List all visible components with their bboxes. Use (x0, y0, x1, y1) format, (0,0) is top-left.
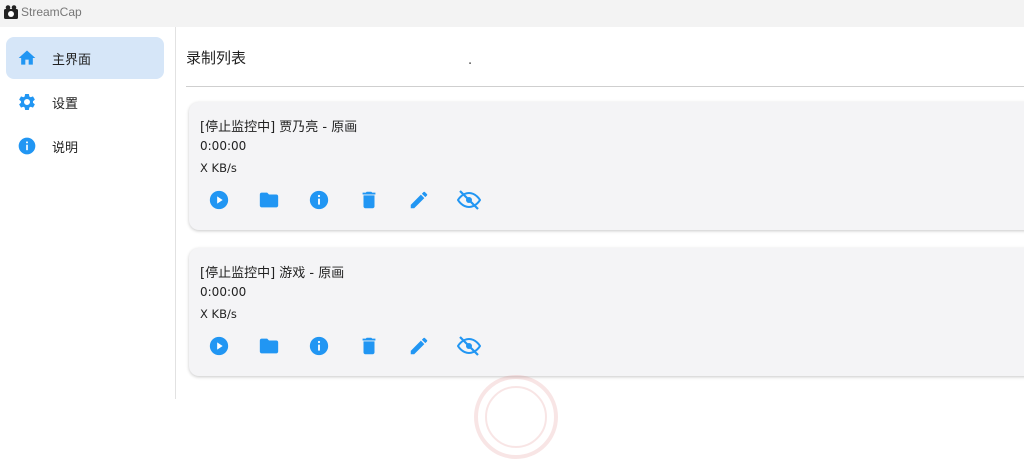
page-title: 录制列表 (186, 49, 247, 67)
recording-speed: X KB/s (200, 161, 237, 175)
app-title: StreamCap (21, 5, 82, 19)
info-button[interactable] (307, 334, 331, 358)
home-icon (16, 47, 38, 69)
main-content: 录制列表 . [停止监控中] 贾乃亮 - 原画 0:00:00 X KB/s [… (176, 27, 1024, 459)
divider (186, 86, 1024, 87)
open-folder-button[interactable] (257, 334, 281, 358)
sidebar-item-home[interactable]: 主界面 (6, 37, 164, 79)
info-button[interactable] (307, 188, 331, 212)
edit-button[interactable] (407, 334, 431, 358)
title-bar: StreamCap (0, 0, 1024, 27)
stray-text: . (468, 53, 473, 68)
background-logo-icon (474, 375, 558, 459)
sidebar-item-settings[interactable]: 设置 (6, 81, 164, 123)
folder-icon (259, 338, 279, 354)
delete-button[interactable] (357, 334, 381, 358)
play-button[interactable] (207, 334, 231, 358)
info-icon (309, 190, 329, 210)
edit-icon (410, 337, 428, 355)
sidebar-item-label: 设置 (52, 96, 79, 112)
delete-icon (362, 337, 376, 355)
sidebar-item-about[interactable]: 说明 (6, 125, 164, 167)
hide-button[interactable] (457, 334, 481, 358)
recording-card: [停止监控中] 游戏 - 原画 0:00:00 X KB/s (189, 248, 1024, 376)
gear-icon (16, 91, 38, 113)
folder-icon (259, 192, 279, 208)
recording-speed: X KB/s (200, 307, 237, 321)
play-button[interactable] (207, 188, 231, 212)
visibility-off-icon (457, 190, 481, 210)
delete-icon (362, 191, 376, 209)
hide-button[interactable] (457, 188, 481, 212)
info-icon (16, 135, 38, 157)
sidebar-item-label: 说明 (52, 140, 79, 156)
app-logo-icon (4, 5, 18, 19)
visibility-off-icon (457, 336, 481, 356)
recording-card: [停止监控中] 贾乃亮 - 原画 0:00:00 X KB/s (189, 102, 1024, 230)
edit-button[interactable] (407, 188, 431, 212)
play-icon (209, 190, 229, 210)
play-icon (209, 336, 229, 356)
edit-icon (410, 191, 428, 209)
open-folder-button[interactable] (257, 188, 281, 212)
recording-duration: 0:00:00 (200, 285, 247, 299)
recording-status: [停止监控中] 贾乃亮 - 原画 (200, 120, 358, 135)
delete-button[interactable] (357, 188, 381, 212)
info-icon (309, 336, 329, 356)
recording-duration: 0:00:00 (200, 139, 247, 153)
sidebar: 主界面 设置 说明 (0, 27, 176, 399)
recording-status: [停止监控中] 游戏 - 原画 (200, 266, 345, 281)
sidebar-item-label: 主界面 (52, 52, 92, 68)
